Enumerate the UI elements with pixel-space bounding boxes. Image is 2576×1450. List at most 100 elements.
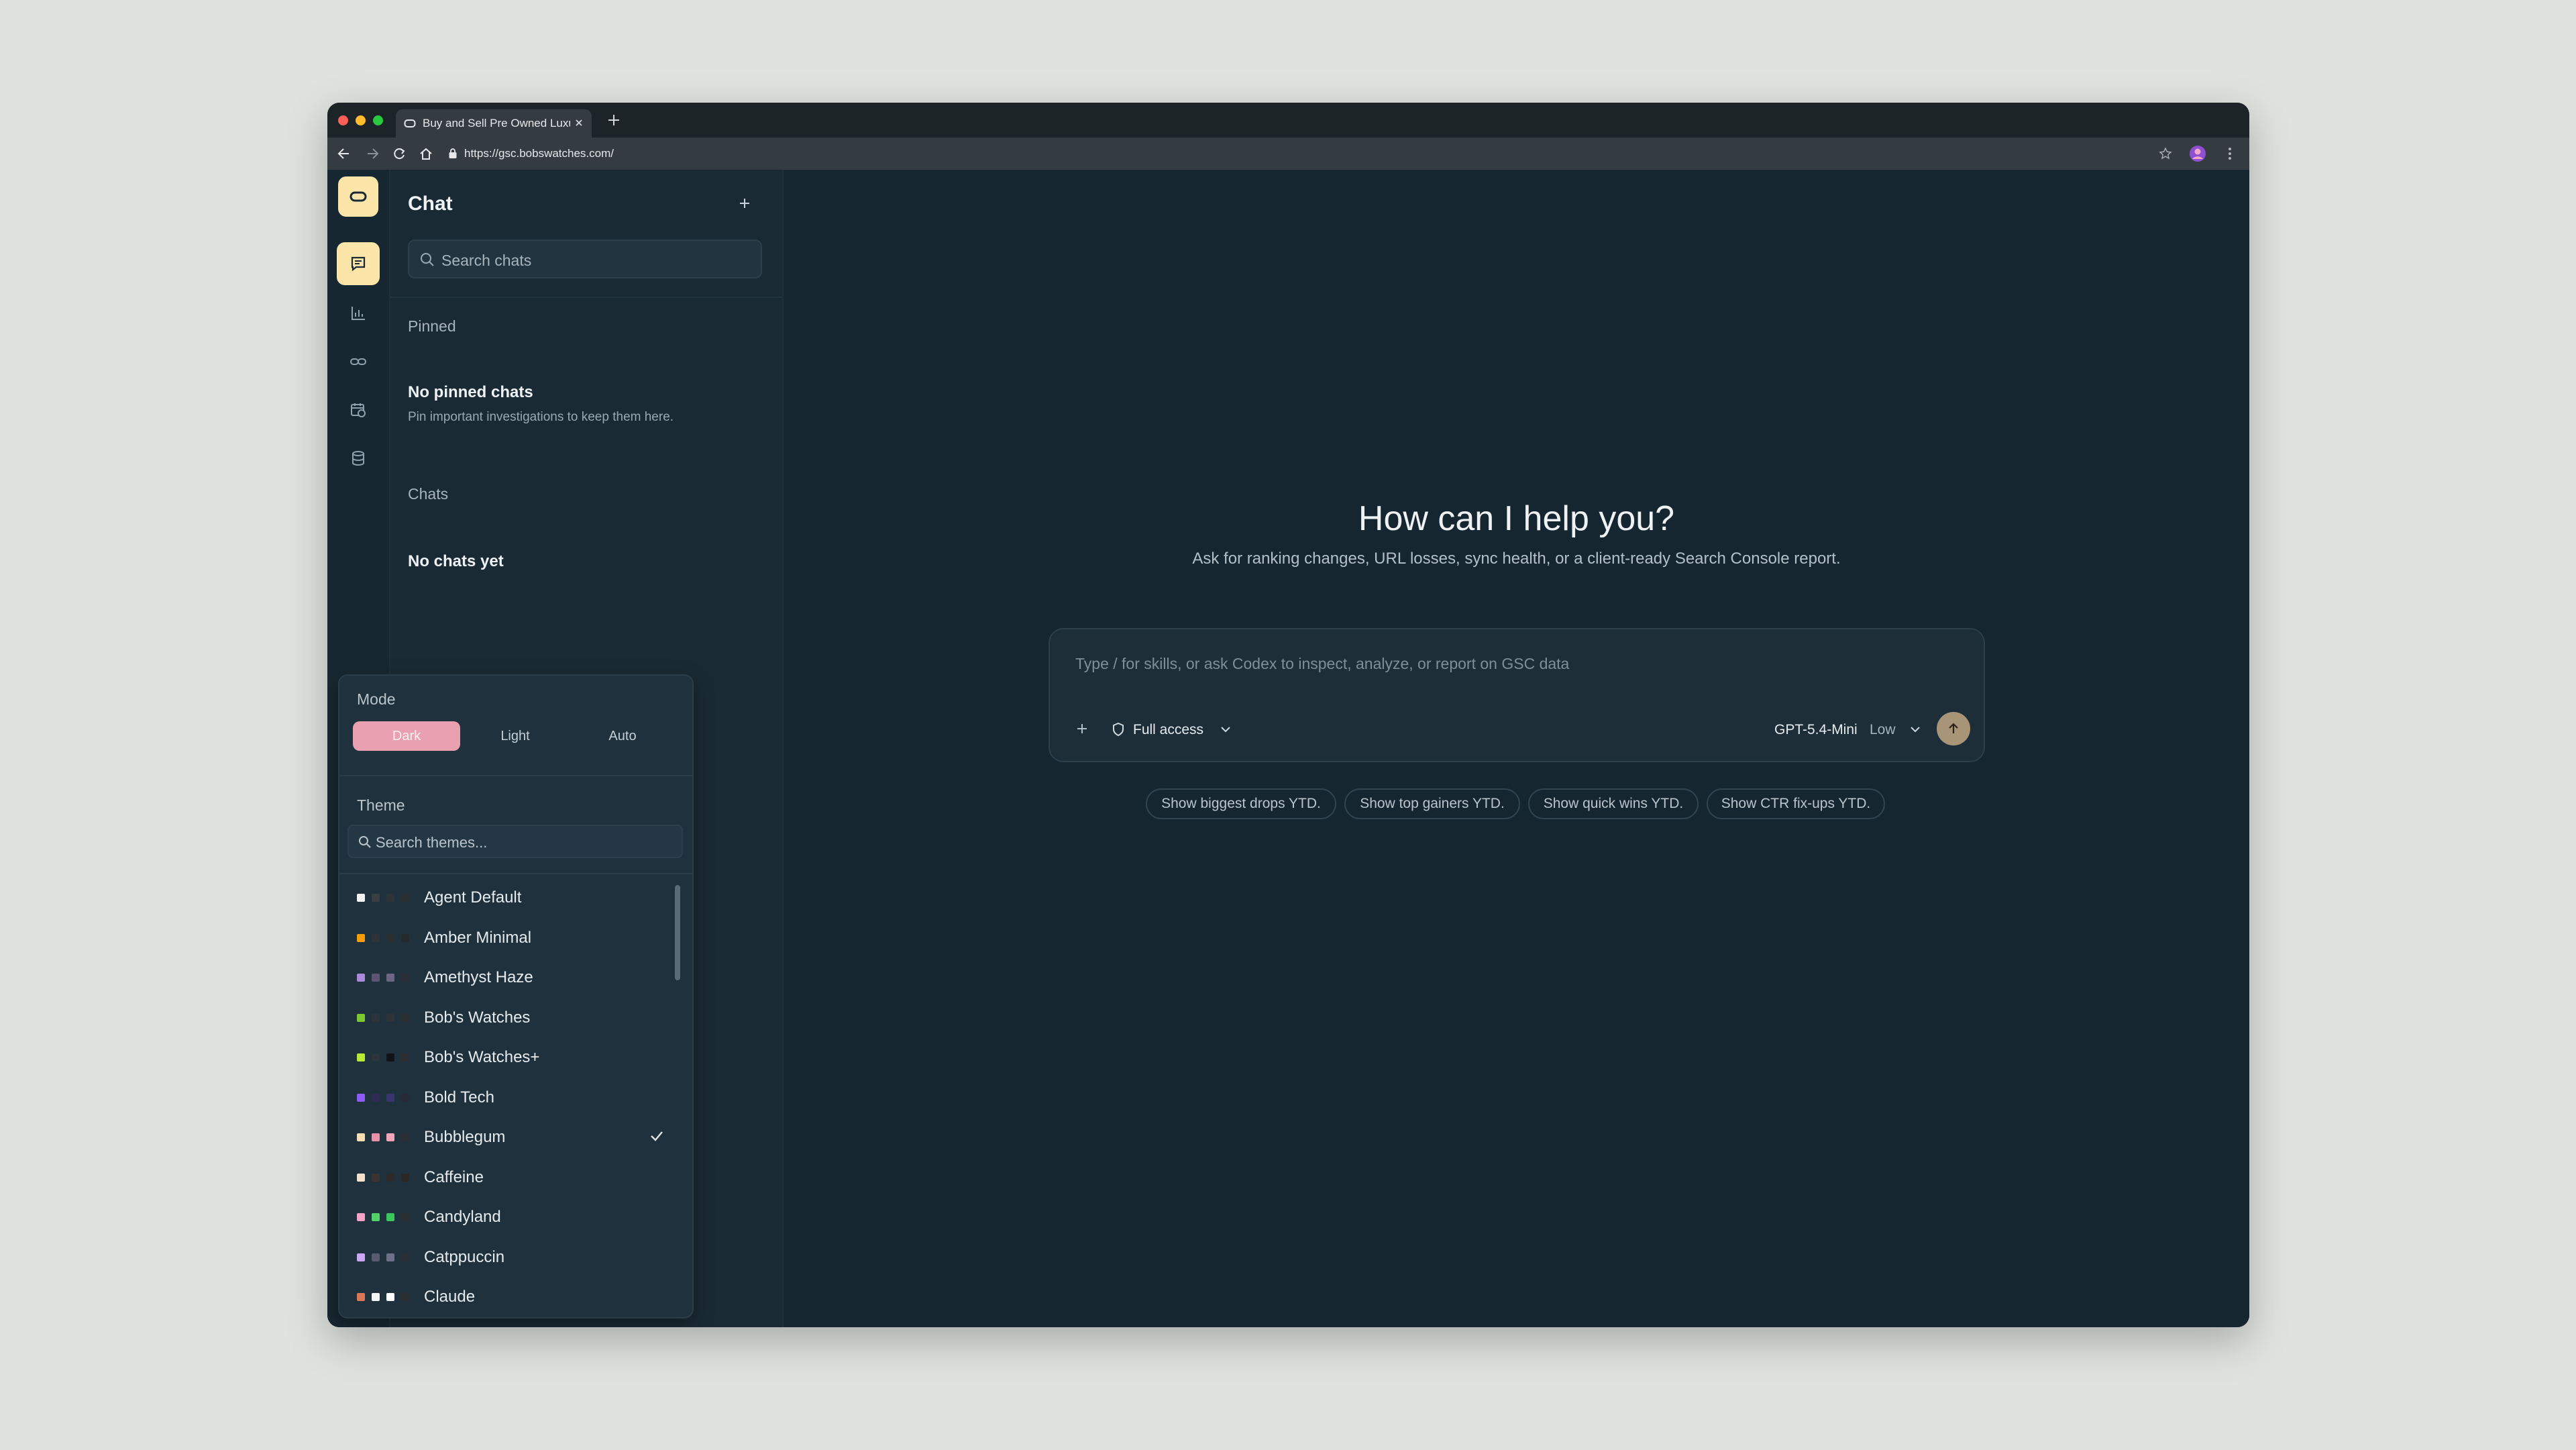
theme-swatch — [401, 1013, 409, 1022]
back-arrow-icon[interactable] — [337, 147, 352, 160]
search-icon — [420, 252, 435, 267]
theme-swatch — [357, 1093, 365, 1102]
model-dropdown[interactable]: GPT-5.4-Mini Low — [1774, 715, 1926, 742]
chevron-down-icon — [1910, 726, 1921, 733]
theme-list: Agent Default Amber Minimal Amethyst Haz… — [339, 877, 682, 1317]
theme-swatch — [372, 1293, 380, 1301]
theme-swatch — [386, 1133, 394, 1141]
pinned-header: Pinned — [408, 317, 456, 335]
chats-header: Chats — [408, 485, 449, 503]
theme-swatch — [357, 1173, 365, 1182]
theme-item-candyland[interactable]: Candyland — [339, 1196, 675, 1236]
mode-auto-option[interactable]: Auto — [569, 721, 676, 751]
theme-list-scrollbar[interactable] — [675, 885, 680, 980]
divider — [390, 297, 782, 298]
theme-swatch — [357, 1293, 365, 1301]
theme-swatch — [386, 1053, 394, 1061]
close-window-button[interactable] — [338, 115, 348, 125]
mode-label: Mode — [357, 690, 396, 708]
no-chats-title: No chats yet — [408, 552, 504, 570]
main-subheading: Ask for ranking changes, URL losses, syn… — [1192, 550, 1841, 568]
nav-links-button[interactable] — [337, 340, 380, 383]
theme-item-agent-default[interactable]: Agent Default — [339, 877, 675, 917]
checkmark-icon — [649, 1130, 664, 1142]
calendar-clock-icon — [351, 403, 366, 417]
site-favicon-icon — [404, 118, 416, 129]
theme-swatch — [357, 1213, 365, 1221]
sidebar-title: Chat — [408, 193, 453, 215]
theme-swatch — [357, 1053, 365, 1061]
theme-swatch — [386, 1213, 394, 1221]
app-logo[interactable] — [338, 176, 378, 217]
app-viewport: A Chat Search chats Pinned No pinned cha… — [327, 170, 2249, 1327]
theme-swatch — [372, 974, 380, 982]
profile-avatar-icon[interactable] — [2189, 145, 2206, 162]
theme-swatch — [386, 974, 394, 982]
no-pinned-description: Pin important investigations to keep the… — [408, 410, 674, 424]
theme-item-bold-tech[interactable]: Bold Tech — [339, 1077, 675, 1117]
theme-swatch — [372, 1093, 380, 1102]
mode-toggle: Dark Light Auto — [353, 721, 678, 751]
theme-swatch — [357, 974, 365, 982]
theme-swatch — [386, 933, 394, 942]
theme-swatch — [386, 1173, 394, 1182]
maximize-window-button[interactable] — [373, 115, 383, 125]
theme-item-claude[interactable]: Claude — [339, 1276, 675, 1316]
search-chats-input[interactable]: Search chats — [408, 240, 762, 278]
mode-light-option[interactable]: Light — [462, 721, 569, 751]
theme-swatch — [386, 1253, 394, 1261]
access-dropdown[interactable]: Full access — [1112, 715, 1246, 742]
mode-dark-option[interactable]: Dark — [353, 721, 460, 751]
theme-label: Theme — [357, 796, 405, 814]
model-label: GPT-5.4-Mini — [1774, 722, 1858, 737]
theme-item-amber-minimal[interactable]: Amber Minimal — [339, 917, 675, 957]
theme-swatch — [386, 894, 394, 902]
nav-schedule-button[interactable] — [337, 389, 380, 431]
theme-swatch — [357, 933, 365, 942]
theme-swatch — [401, 1253, 409, 1261]
theme-item-catppuccin[interactable]: Catppuccin — [339, 1237, 675, 1276]
suggestion-chip[interactable]: Show quick wins YTD. — [1528, 788, 1699, 819]
bookmark-star-icon[interactable] — [2159, 147, 2172, 160]
theme-swatch — [372, 894, 380, 902]
theme-swatch — [372, 1133, 380, 1141]
address-bar[interactable]: https://gsc.bobswatches.com/ — [448, 142, 2125, 165]
theme-swatch — [401, 1133, 409, 1141]
reload-icon[interactable] — [392, 147, 407, 160]
nav-analytics-button[interactable] — [337, 292, 380, 335]
theme-item-amethyst-haze[interactable]: Amethyst Haze — [339, 957, 675, 996]
nav-database-button[interactable] — [337, 437, 380, 480]
home-icon[interactable] — [419, 147, 433, 160]
forward-arrow-icon[interactable] — [365, 147, 380, 160]
theme-swatch — [372, 1253, 380, 1261]
theme-item-caffeine[interactable]: Caffeine — [339, 1157, 675, 1196]
new-tab-icon[interactable] — [606, 113, 621, 127]
theme-swatch — [401, 933, 409, 942]
theme-item-bobs-watches[interactable]: Bob's Watches — [339, 997, 675, 1037]
suggestion-chip[interactable]: Show biggest drops YTD. — [1146, 788, 1336, 819]
theme-item-label: Amber Minimal — [424, 928, 532, 947]
attach-plus-icon[interactable] — [1074, 721, 1090, 737]
nav-chat-button[interactable] — [337, 242, 380, 285]
tab-title: Buy and Sell Pre Owned Luxury — [423, 117, 570, 130]
theme-item-bubblegum[interactable]: Bubblegum — [339, 1117, 675, 1156]
browser-menu-icon[interactable] — [2227, 146, 2233, 161]
theme-item-label: Bubblegum — [424, 1128, 506, 1146]
theme-search-placeholder: Search themes... — [376, 834, 488, 851]
theme-item-label: Bob's Watches+ — [424, 1048, 540, 1066]
database-icon — [352, 451, 364, 466]
main-heading: How can I help you? — [1358, 499, 1675, 538]
suggestion-chip[interactable]: Show CTR fix-ups YTD. — [1707, 788, 1885, 819]
theme-search-input[interactable]: Search themes... — [347, 825, 683, 858]
arrow-up-icon — [1949, 723, 1958, 733]
theme-item-label: Claude — [424, 1288, 476, 1306]
search-chats-placeholder: Search chats — [441, 252, 532, 269]
tab-close-icon[interactable] — [573, 117, 585, 129]
browser-tab[interactable]: Buy and Sell Pre Owned Luxury — [396, 109, 592, 138]
send-button[interactable] — [1937, 712, 1970, 745]
minimize-window-button[interactable] — [356, 115, 366, 125]
suggestion-chip[interactable]: Show top gainers YTD. — [1344, 788, 1520, 819]
new-chat-icon[interactable] — [737, 195, 753, 211]
composer-input[interactable]: Type / for skills, or ask Codex to inspe… — [1075, 655, 1569, 673]
theme-item-bobs-watches-plus[interactable]: Bob's Watches+ — [339, 1037, 675, 1076]
